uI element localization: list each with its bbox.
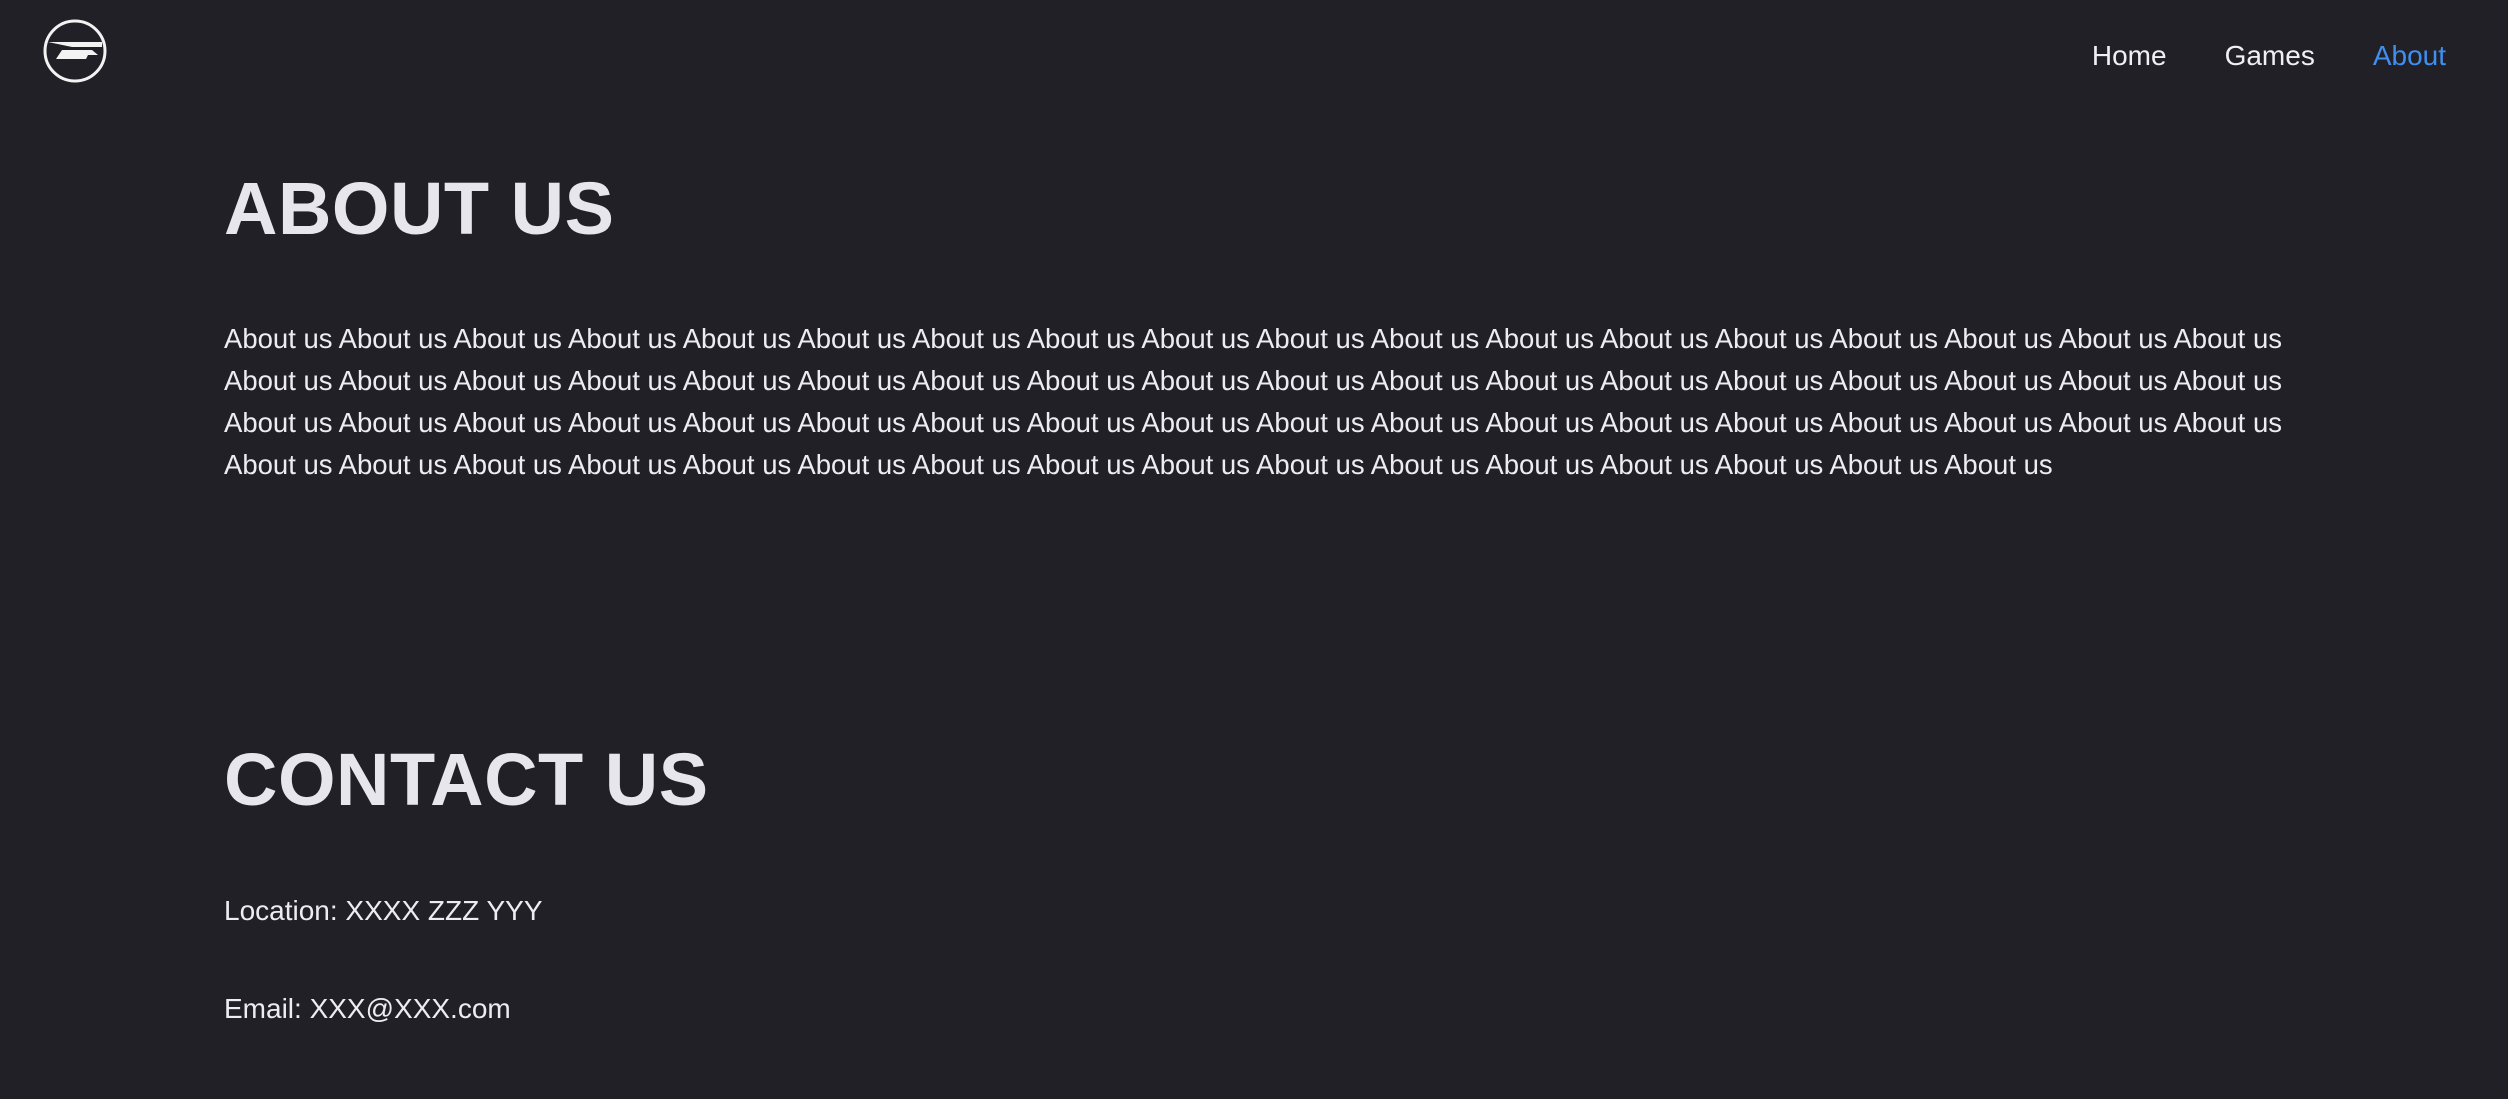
about-text: About us About us About us About us Abou… xyxy=(224,323,2282,480)
nav-games[interactable]: Games xyxy=(2225,36,2315,76)
contact-location: Location: XXXX ZZZ YYY xyxy=(224,895,543,926)
about-title: ABOUT US xyxy=(224,167,615,250)
nav-about[interactable]: About xyxy=(2373,36,2446,76)
nav-home[interactable]: Home xyxy=(2092,36,2167,76)
page: Home Games About ABOUT US About us About… xyxy=(0,0,2508,1099)
contact-email: Email: XXX@XXX.com xyxy=(224,993,511,1024)
circle-speed-logo-icon[interactable] xyxy=(42,18,108,84)
contact-title: CONTACT US xyxy=(224,738,709,821)
main-nav: Home Games About xyxy=(2092,36,2446,76)
